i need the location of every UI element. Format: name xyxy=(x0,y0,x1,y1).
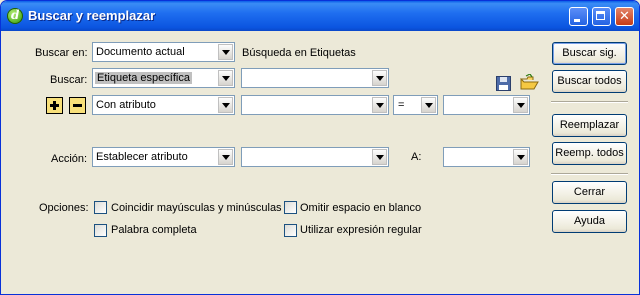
match-case-label: Coincidir mayúsculas y minúsculas xyxy=(111,202,282,214)
add-condition-button[interactable] xyxy=(46,97,63,114)
search-in-label: Buscar en: xyxy=(35,47,88,59)
app-icon: d xyxy=(7,8,23,24)
chevron-down-icon[interactable] xyxy=(372,70,387,86)
find-all-button[interactable]: Buscar todos xyxy=(552,70,627,93)
remove-condition-button[interactable] xyxy=(69,97,86,114)
search-type-value: Etiqueta específica xyxy=(95,72,192,84)
search-in-select[interactable]: Documento actual xyxy=(92,42,235,62)
maximize-button[interactable] xyxy=(592,7,611,26)
ignore-whitespace-label: Omitir espacio en blanco xyxy=(300,202,422,214)
save-query-icon[interactable] xyxy=(496,76,511,91)
chevron-down-icon[interactable] xyxy=(372,149,387,165)
chevron-down-icon[interactable] xyxy=(218,97,233,113)
close-window-button[interactable]: ✕ xyxy=(615,7,634,26)
action-attribute-select[interactable] xyxy=(241,147,389,167)
chevron-down-icon[interactable] xyxy=(372,97,387,113)
search-scope-info: Búsqueda en Etiquetas xyxy=(242,47,356,59)
chevron-down-icon[interactable] xyxy=(421,97,436,113)
maximize-icon xyxy=(593,8,610,25)
action-label: Acción: xyxy=(51,153,88,165)
help-button[interactable]: Ayuda xyxy=(552,210,627,233)
chevron-down-icon[interactable] xyxy=(513,97,528,113)
close-button[interactable]: Cerrar xyxy=(552,181,627,204)
button-separator xyxy=(551,173,628,175)
chevron-down-icon[interactable] xyxy=(218,70,233,86)
to-label: A: xyxy=(411,151,422,163)
attribute-value-select[interactable] xyxy=(443,95,530,115)
window-title: Buscar y reemplazar xyxy=(28,8,156,23)
regex-checkbox[interactable] xyxy=(284,224,297,237)
ignore-whitespace-checkbox[interactable] xyxy=(284,201,297,214)
search-type-select[interactable]: Etiqueta específica xyxy=(92,68,235,88)
operator-value: = xyxy=(398,99,405,111)
chevron-down-icon[interactable] xyxy=(218,149,233,165)
tag-select[interactable] xyxy=(241,68,389,88)
chevron-down-icon[interactable] xyxy=(513,149,528,165)
regex-label: Utilizar expresión regular xyxy=(300,224,422,236)
open-folder-icon[interactable] xyxy=(520,74,539,91)
replace-button[interactable]: Reemplazar xyxy=(552,114,627,137)
action-value: Establecer atributo xyxy=(96,151,188,163)
whole-word-label: Palabra completa xyxy=(111,224,197,236)
minimize-button[interactable] xyxy=(569,7,588,26)
button-separator xyxy=(551,101,628,103)
condition-value: Con atributo xyxy=(96,99,156,111)
operator-select[interactable]: = xyxy=(393,95,438,115)
search-label: Buscar: xyxy=(50,74,88,86)
action-select[interactable]: Establecer atributo xyxy=(92,147,235,167)
title-bar[interactable]: d Buscar y reemplazar ✕ xyxy=(1,1,639,31)
attribute-select[interactable] xyxy=(241,95,389,115)
minimize-icon xyxy=(570,8,587,25)
options-label: Opciones: xyxy=(39,202,89,214)
find-replace-dialog: d Buscar y reemplazar ✕ Buscar en: Docum… xyxy=(0,0,640,295)
to-value-select[interactable] xyxy=(443,147,530,167)
condition-select[interactable]: Con atributo xyxy=(92,95,235,115)
search-in-value: Documento actual xyxy=(96,46,185,58)
close-icon: ✕ xyxy=(619,9,630,24)
whole-word-checkbox[interactable] xyxy=(94,224,107,237)
replace-all-button[interactable]: Reemp. todos xyxy=(552,142,627,165)
match-case-checkbox[interactable] xyxy=(94,201,107,214)
find-next-button[interactable]: Buscar sig. xyxy=(552,42,627,65)
chevron-down-icon[interactable] xyxy=(218,44,233,60)
